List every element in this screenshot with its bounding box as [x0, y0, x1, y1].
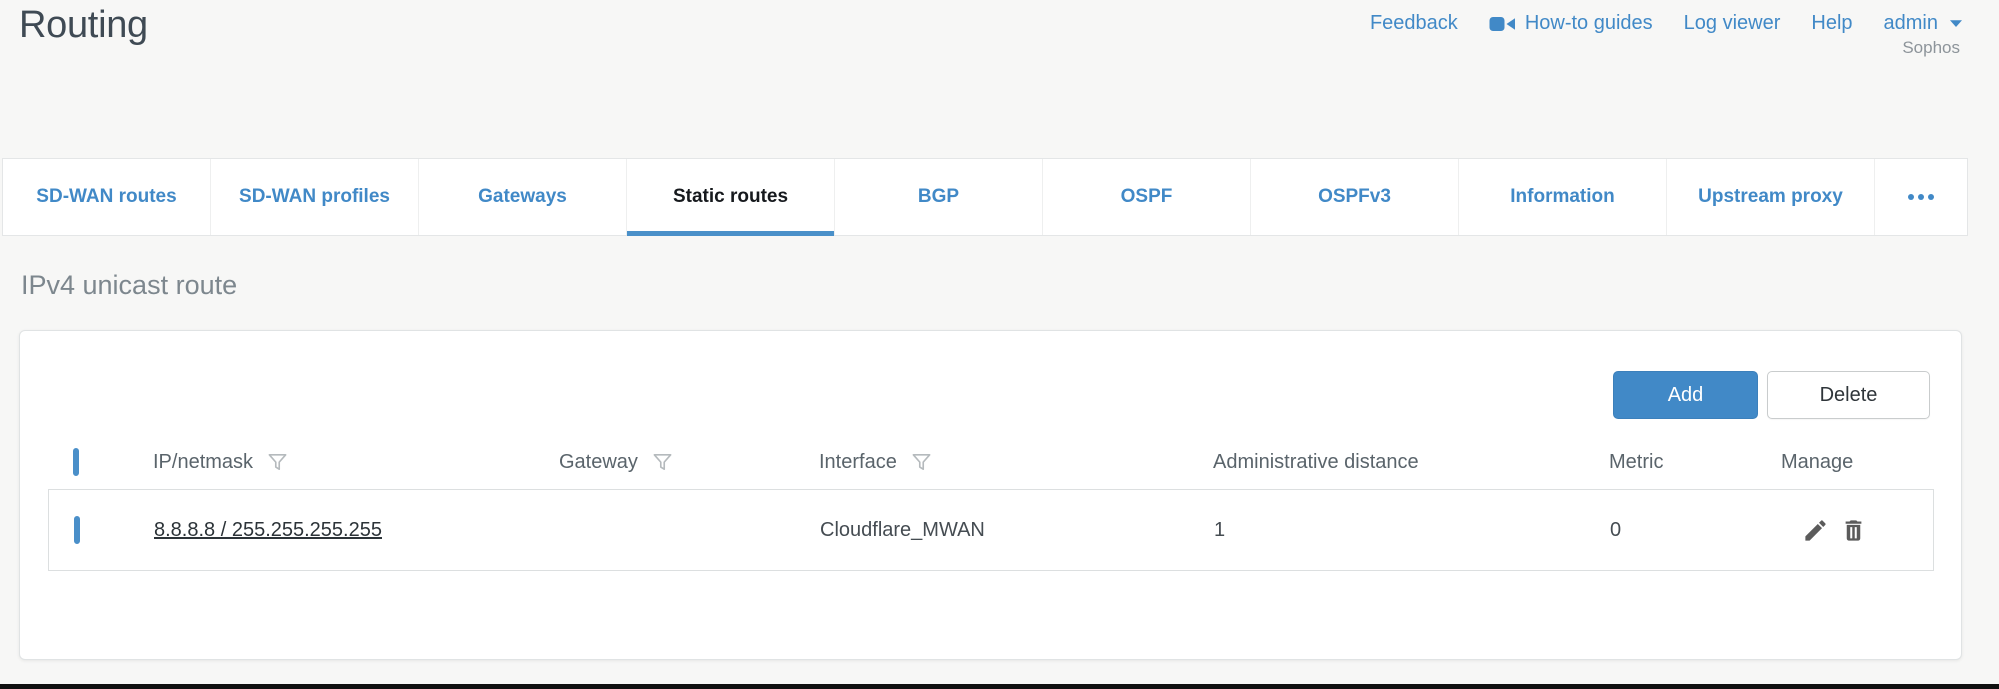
section-heading: IPv4 unicast route [21, 270, 237, 301]
column-header-manage: Manage [1781, 451, 1853, 474]
top-navigation: Feedback How-to guides Log viewer Help a… [1370, 12, 1963, 35]
funnel-filter-icon[interactable] [910, 451, 933, 474]
user-menu[interactable]: admin [1884, 12, 1963, 35]
tab-sdwan-profiles[interactable]: SD-WAN profiles [211, 159, 419, 235]
tabs-overflow-ellipsis-icon[interactable] [1875, 159, 1967, 235]
window-bottom-edge [0, 684, 1999, 689]
trash-icon[interactable] [1840, 517, 1867, 544]
howto-guides-link[interactable]: How-to guides [1489, 12, 1653, 35]
video-camera-icon [1489, 14, 1516, 34]
row-checkbox[interactable] [74, 516, 80, 544]
route-manage-cell [1782, 517, 1942, 544]
column-header-administrative-distance: Administrative distance [1213, 451, 1419, 474]
column-header-metric: Metric [1609, 451, 1663, 474]
route-ip-netmask-link[interactable]: 8.8.8.8 / 255.255.255.255 [154, 519, 382, 541]
add-button[interactable]: Add [1613, 371, 1758, 419]
tab-bgp[interactable]: BGP [835, 159, 1043, 235]
tab-information[interactable]: Information [1459, 159, 1667, 235]
column-header-gateway: Gateway [559, 451, 638, 474]
tab-ospf[interactable]: OSPF [1043, 159, 1251, 235]
delete-button[interactable]: Delete [1767, 371, 1930, 419]
help-label: Help [1811, 12, 1852, 35]
feedback-link[interactable]: Feedback [1370, 12, 1458, 35]
funnel-filter-icon[interactable] [651, 451, 674, 474]
select-all-checkbox[interactable] [73, 448, 79, 476]
tab-upstream-proxy[interactable]: Upstream proxy [1667, 159, 1875, 235]
route-metric-value: 0 [1610, 519, 1782, 542]
funnel-filter-icon[interactable] [266, 451, 289, 474]
log-viewer-label: Log viewer [1684, 12, 1781, 35]
tab-ospfv3[interactable]: OSPFv3 [1251, 159, 1459, 235]
tab-sdwan-routes[interactable]: SD-WAN routes [3, 159, 211, 235]
tab-bar: SD-WAN routes SD-WAN profiles Gateways S… [2, 158, 1968, 236]
feedback-label: Feedback [1370, 12, 1458, 35]
brand-label: Sophos [1902, 38, 1960, 58]
table-row: 8.8.8.8 / 255.255.255.255 Cloudflare_MWA… [48, 489, 1934, 571]
route-administrative-distance-value: 1 [1214, 519, 1610, 542]
table-toolbar: Add Delete [1613, 371, 1930, 419]
tab-gateways[interactable]: Gateways [419, 159, 627, 235]
page-title: Routing [19, 4, 148, 47]
column-header-interface: Interface [819, 451, 897, 474]
pencil-icon[interactable] [1802, 517, 1829, 544]
tab-static-routes[interactable]: Static routes [627, 159, 835, 235]
howto-guides-label: How-to guides [1525, 12, 1653, 35]
log-viewer-link[interactable]: Log viewer [1684, 12, 1781, 35]
column-header-ip-netmask: IP/netmask [153, 451, 253, 474]
user-menu-label: admin [1884, 12, 1938, 35]
chevron-down-icon [1949, 19, 1963, 28]
static-routes-card: Add Delete IP/netmask Gateway Interface … [19, 330, 1962, 660]
route-interface-value: Cloudflare_MWAN [820, 519, 1214, 542]
table-header: IP/netmask Gateway Interface Administrat… [73, 439, 1941, 485]
help-link[interactable]: Help [1811, 12, 1852, 35]
